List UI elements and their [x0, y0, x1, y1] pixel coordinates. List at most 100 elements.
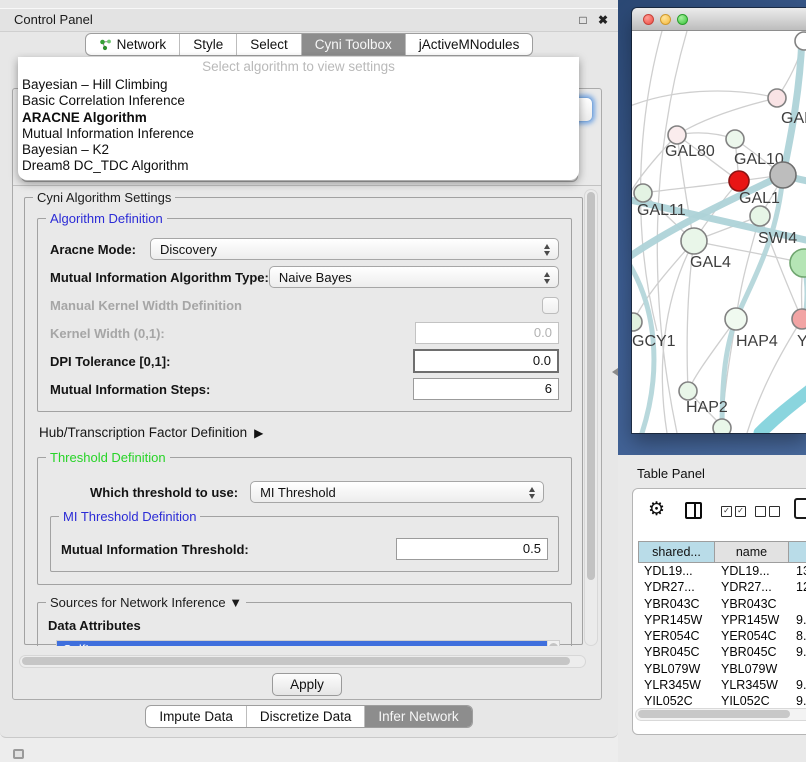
apply-button[interactable]: Apply	[272, 673, 342, 696]
mi-steps-input[interactable]: 6	[413, 378, 559, 400]
table-cell[interactable]: YBR043C	[638, 596, 715, 612]
mi-algorithm-type-select[interactable]: Naive Bayes	[269, 266, 559, 288]
algorithm-option[interactable]: Basic Correlation Inference	[18, 93, 579, 109]
network-node[interactable]	[790, 249, 806, 277]
network-node-gal[interactable]	[768, 89, 786, 107]
table-cell[interactable]: YER054C	[638, 628, 715, 644]
attribute-list-item[interactable]: SelfLoops	[57, 641, 552, 646]
tab-network[interactable]: Network	[86, 34, 181, 55]
hub-definition-expander[interactable]: Hub/Transcription Factor Definition ▶	[39, 425, 582, 440]
minimize-traffic-light-icon[interactable]	[660, 14, 671, 25]
table-row[interactable]: YDL19...YDL19...13	[638, 563, 806, 579]
table-cell[interactable]: YBR043C	[715, 596, 790, 612]
table-cell[interactable]: 13	[790, 563, 806, 579]
list-scrollbar[interactable]	[547, 641, 559, 646]
table-cell[interactable]: 12	[790, 579, 806, 595]
close-traffic-light-icon[interactable]	[643, 14, 654, 25]
table-row[interactable]: YPR145WYPR145W9.	[638, 612, 806, 628]
settings-vertical-scrollbar[interactable]	[584, 189, 598, 646]
table-cell[interactable]: 9.	[790, 677, 806, 693]
table-cell[interactable]: YBR045C	[715, 644, 790, 660]
network-node-gal11[interactable]	[634, 184, 652, 202]
table-row[interactable]: YIL052CYIL052C9.	[638, 693, 806, 708]
network-node-hap4[interactable]	[725, 308, 747, 330]
table-cell[interactable]: YBR045C	[638, 644, 715, 660]
table-row[interactable]: YER054CYER054C8.	[638, 628, 806, 644]
select-all-columns-icon[interactable]: ✓✓	[721, 506, 746, 517]
network-node-swi4[interactable]	[750, 206, 770, 226]
tab-style[interactable]: Style	[180, 34, 237, 55]
network-node-gal4[interactable]	[681, 228, 707, 254]
table-row[interactable]: YDR27...YDR27...12	[638, 579, 806, 595]
data-attributes-list[interactable]: SelfLoopsTopologicalCoefficientBetweenne…	[56, 640, 560, 646]
table-cell[interactable]: YLR345W	[715, 677, 790, 693]
which-threshold-select[interactable]: MI Threshold	[250, 481, 544, 503]
table-cell[interactable]: 9.	[790, 644, 806, 660]
table-row[interactable]: YLR345WYLR345W9.	[638, 677, 806, 693]
zoom-traffic-light-icon[interactable]	[677, 14, 688, 25]
close-icon[interactable]: ✖	[598, 13, 608, 27]
settings-gear-icon[interactable]: ⚙	[648, 500, 665, 520]
tab-impute-data[interactable]: Impute Data	[146, 706, 247, 727]
table-cell[interactable]	[790, 596, 806, 612]
column-header-shared-name[interactable]: shared...	[638, 541, 715, 563]
network-node-hap2[interactable]	[679, 382, 697, 400]
tab-discretize-data[interactable]: Discretize Data	[247, 706, 366, 727]
table-cell[interactable]: 8.	[790, 628, 806, 644]
tab-cyni-toolbox[interactable]: Cyni Toolbox	[302, 34, 406, 55]
table-cell[interactable]: YDL19...	[715, 563, 790, 579]
manual-kernel-width-checkbox[interactable]	[542, 297, 559, 314]
network-node-gal1[interactable]	[729, 171, 749, 191]
table-cell[interactable]	[790, 661, 806, 677]
split-columns-icon[interactable]	[685, 502, 702, 519]
network-node[interactable]	[713, 419, 731, 433]
function-builder-icon[interactable]	[794, 498, 806, 519]
table-cell[interactable]: YDR27...	[638, 579, 715, 595]
network-node-gcy1[interactable]	[632, 313, 642, 331]
tab-jactivemnodules[interactable]: jActiveMNodules	[406, 34, 533, 55]
table-row[interactable]: YBR045CYBR045C9.	[638, 644, 806, 660]
dpi-tolerance-input[interactable]: 0.0	[413, 349, 559, 373]
aracne-mode-select[interactable]: Discovery	[150, 238, 559, 260]
network-canvas[interactable]: GALGAL80GAL10GAL1GAL11SWI4GAL4GCY1HAP4YH…	[632, 31, 806, 433]
column-header-name[interactable]: name	[714, 541, 789, 563]
table-horizontal-scrollbar[interactable]	[635, 708, 806, 721]
network-node[interactable]	[770, 162, 796, 188]
table-cell[interactable]: YPR145W	[638, 612, 715, 628]
table-cell[interactable]: YBL079W	[715, 661, 790, 677]
table-cell[interactable]: 9.	[790, 612, 806, 628]
algorithm-option[interactable]: Bayesian – Hill Climbing	[18, 77, 579, 93]
algorithm-option[interactable]: Mutual Information Inference	[18, 126, 579, 142]
column-header-partial[interactable]	[788, 541, 806, 563]
network-view-window[interactable]: GALGAL80GAL10GAL1GAL11SWI4GAL4GCY1HAP4YH…	[632, 8, 806, 433]
mi-threshold-input[interactable]: 0.5	[396, 538, 548, 560]
table-cell[interactable]: YER054C	[715, 628, 790, 644]
table-row[interactable]: YBR043CYBR043C	[638, 596, 806, 612]
algorithm-option[interactable]: Dream8 DC_TDC Algorithm	[18, 158, 579, 174]
table-cell[interactable]: YIL052C	[638, 693, 715, 708]
deselect-all-columns-icon[interactable]	[755, 506, 780, 517]
network-node[interactable]	[795, 32, 806, 50]
network-node-y[interactable]	[792, 309, 806, 329]
table-cell[interactable]: YBL079W	[638, 661, 715, 677]
network-desktop: GALGAL80GAL10GAL1GAL11SWI4GAL4GCY1HAP4YH…	[618, 0, 806, 455]
network-window-titlebar[interactable]	[632, 8, 806, 31]
network-node-gal10[interactable]	[726, 130, 744, 148]
float-window-icon[interactable]: □	[579, 13, 586, 27]
network-node-gal80[interactable]	[668, 126, 686, 144]
algorithm-option[interactable]: ARACNE Algorithm	[18, 110, 579, 126]
algorithm-option[interactable]: Bayesian – K2	[18, 142, 579, 158]
minimized-panel-icon[interactable]	[13, 749, 24, 759]
tab-select[interactable]: Select	[237, 34, 302, 55]
collapse-caret-icon[interactable]: ▼	[229, 595, 242, 610]
tab-infer-network[interactable]: Infer Network	[365, 706, 471, 727]
kernel-width-input[interactable]: 0.0	[415, 322, 559, 344]
table-cell[interactable]: 9.	[790, 693, 806, 708]
table-cell[interactable]: YPR145W	[715, 612, 790, 628]
table-row[interactable]: YBL079WYBL079W	[638, 661, 806, 677]
settings-horizontal-scrollbar[interactable]	[19, 655, 586, 668]
table-cell[interactable]: YIL052C	[715, 693, 790, 708]
table-cell[interactable]: YLR345W	[638, 677, 715, 693]
table-cell[interactable]: YDL19...	[638, 563, 715, 579]
table-cell[interactable]: YDR27...	[715, 579, 790, 595]
